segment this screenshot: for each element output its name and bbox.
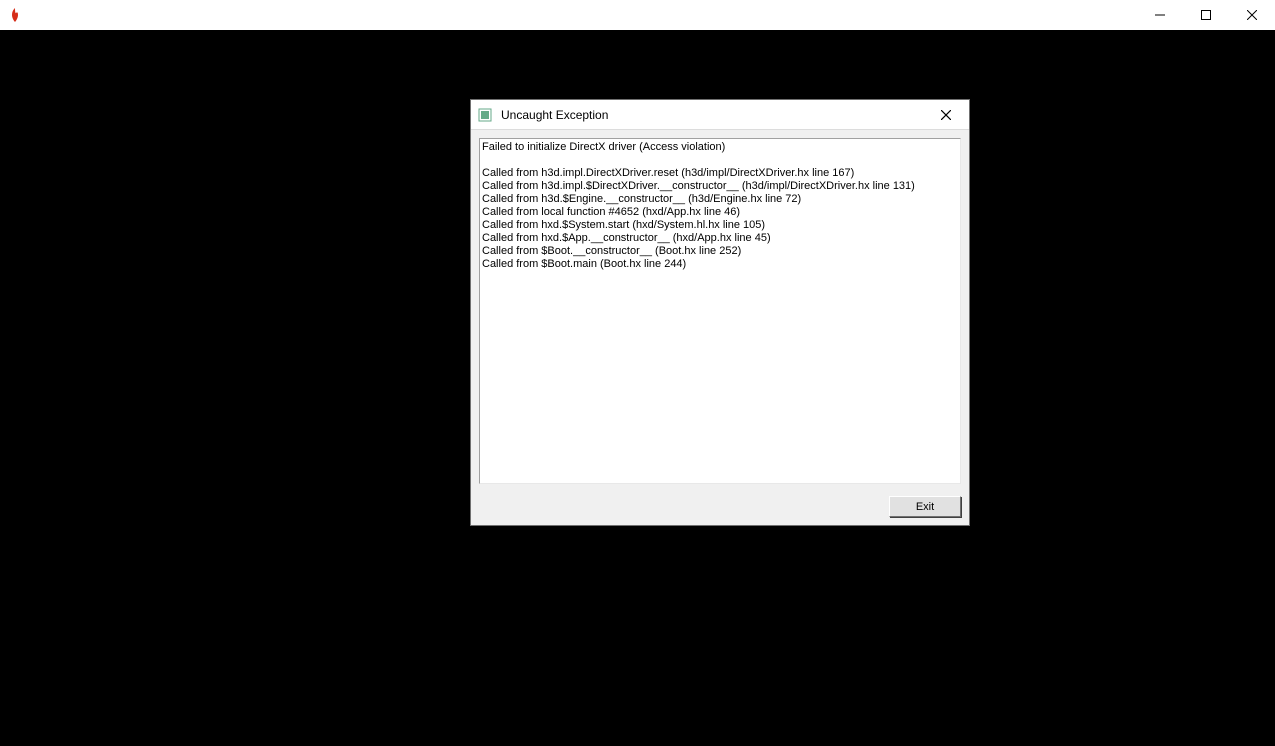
minimize-button[interactable] [1137,0,1183,30]
maximize-button[interactable] [1183,0,1229,30]
close-button[interactable] [1229,0,1275,30]
dialog-title: Uncaught Exception [501,108,608,122]
exit-button[interactable]: Exit [889,496,961,517]
exception-dialog: Uncaught Exception Failed to initialize … [470,99,970,526]
dialog-titlebar[interactable]: Uncaught Exception [471,100,969,130]
exception-text-area[interactable]: Failed to initialize DirectX driver (Acc… [479,138,961,484]
app-icon [0,0,30,30]
dialog-footer: Exit [471,492,969,525]
dialog-body: Failed to initialize DirectX driver (Acc… [471,130,969,492]
main-titlebar[interactable] [0,0,1275,30]
dialog-close-button[interactable] [923,100,969,130]
dialog-app-icon [477,107,493,123]
